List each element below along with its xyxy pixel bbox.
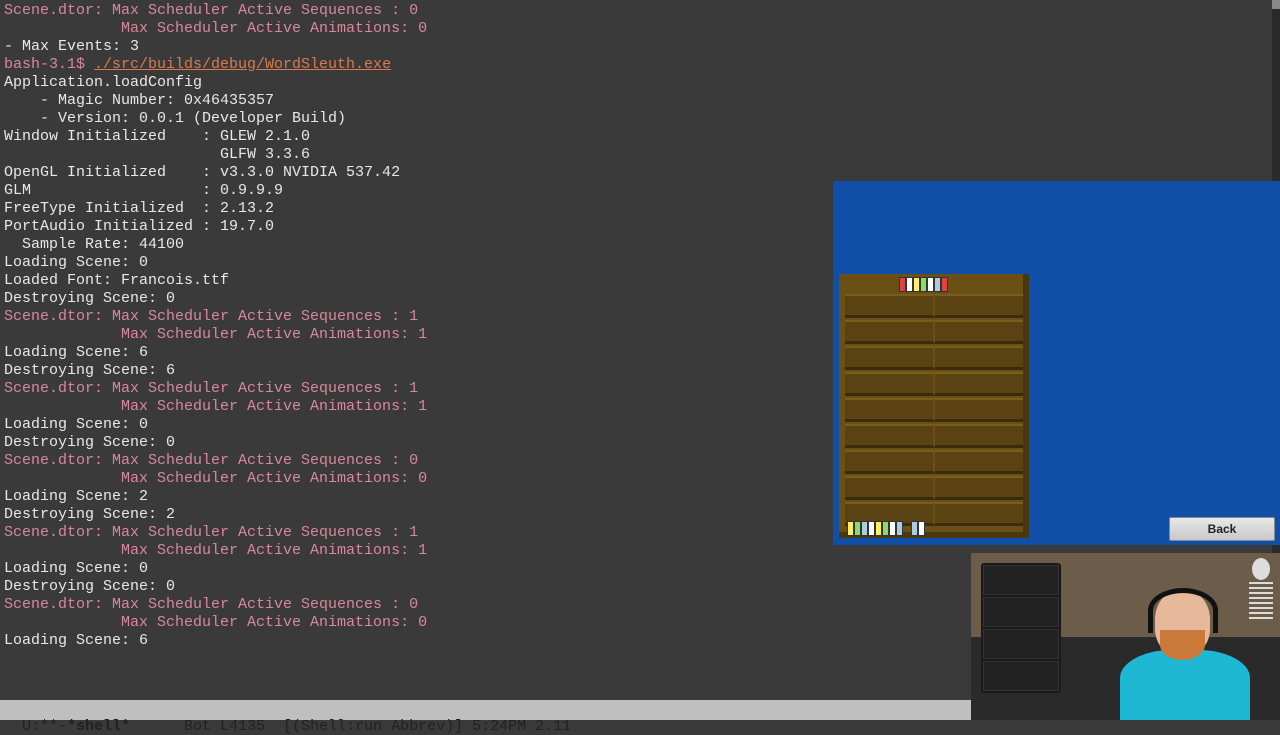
shell-command: ./src/builds/debug/WordSleuth.exe <box>94 56 391 73</box>
book-icon <box>899 277 906 292</box>
terminal-line: Scene.dtor: Max Scheduler Active Sequenc… <box>4 2 1276 20</box>
modeline-left: U:**- <box>22 718 67 735</box>
book-icon <box>889 521 896 536</box>
terminal-line: GLFW 3.3.6 <box>4 146 1276 164</box>
book-icon <box>882 521 889 536</box>
books-bottom-right <box>911 521 925 536</box>
webcam-overlay <box>971 553 1280 720</box>
book-icon <box>861 521 868 536</box>
book-icon <box>854 521 861 536</box>
bookshelf <box>839 274 1035 544</box>
terminal-line: - Magic Number: 0x46435357 <box>4 92 1276 110</box>
streamer <box>1110 580 1250 720</box>
books-top <box>899 277 948 292</box>
books-bottom-left <box>847 521 903 536</box>
back-button[interactable]: Back <box>1169 517 1275 541</box>
book-icon <box>934 277 941 292</box>
terminal-line: - Version: 0.0.1 (Developer Build) <box>4 110 1276 128</box>
book-icon <box>868 521 875 536</box>
book-icon <box>847 521 854 536</box>
book-icon <box>918 521 925 536</box>
book-icon <box>941 277 948 292</box>
modeline-status: Bot L4135 [(Shell:run Abbrev)] 5:24PM 2.… <box>130 718 571 735</box>
book-icon <box>906 277 913 292</box>
book-icon <box>927 277 934 292</box>
terminal-line: OpenGL Initialized : v3.3.0 NVIDIA 537.4… <box>4 164 1276 182</box>
terminal-line: Application.loadConfig <box>4 74 1276 92</box>
book-icon <box>875 521 882 536</box>
modeline-buffer: *shell* <box>67 718 130 735</box>
scrollbar-thumb[interactable] <box>1272 0 1280 9</box>
book-icon <box>920 277 927 292</box>
game-window[interactable]: Back <box>833 181 1280 545</box>
book-icon <box>913 277 920 292</box>
terminal-line: - Max Events: 3 <box>4 38 1276 56</box>
terminal-line: Max Scheduler Active Animations: 0 <box>4 20 1276 38</box>
file-cabinet <box>981 563 1061 693</box>
terminal-line: bash-3.1$ ./src/builds/debug/WordSleuth.… <box>4 56 1276 74</box>
book-icon <box>911 521 918 536</box>
shell-prompt: bash-3.1$ <box>4 56 94 73</box>
book-icon <box>896 521 903 536</box>
terminal-line: Window Initialized : GLEW 2.1.0 <box>4 128 1276 146</box>
